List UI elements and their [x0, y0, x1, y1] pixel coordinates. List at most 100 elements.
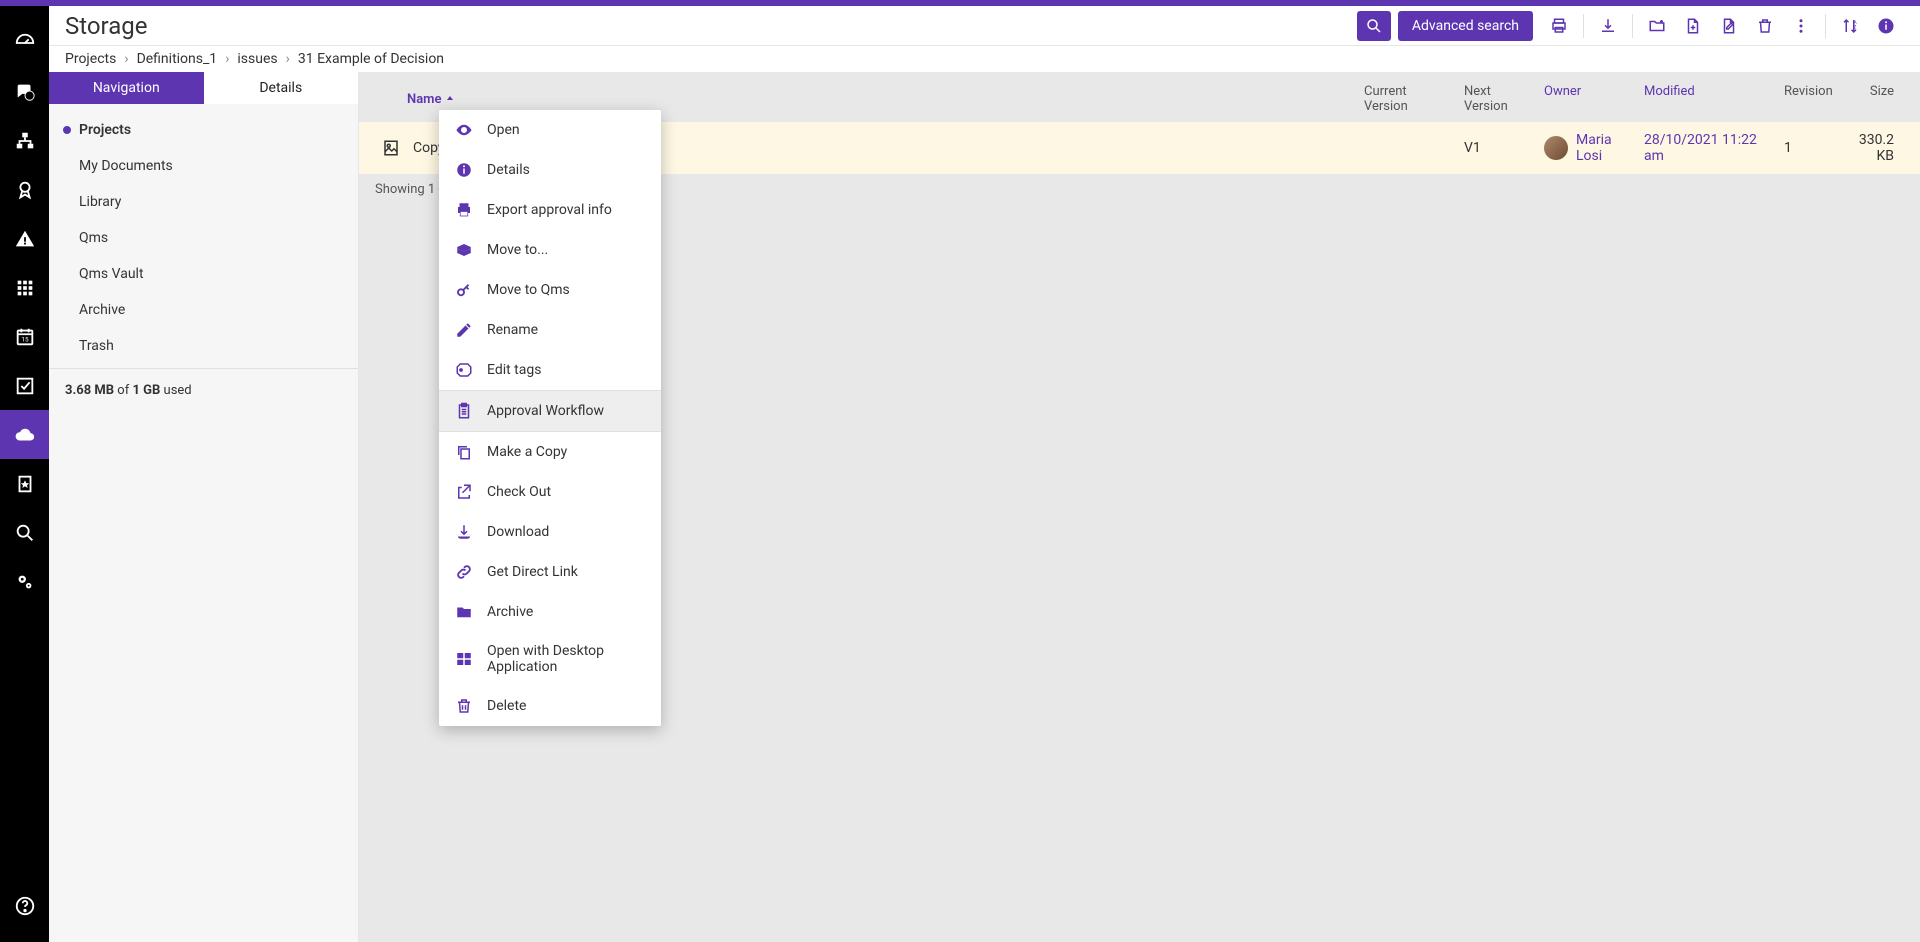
- breadcrumb: Projects › Definitions_1 › issues › 31 E…: [49, 46, 1920, 72]
- col-current-version[interactable]: Current Version: [1354, 84, 1454, 114]
- col-modified[interactable]: Modified: [1634, 84, 1774, 114]
- sort-button[interactable]: AZ: [1833, 11, 1867, 41]
- link-icon: [455, 563, 473, 581]
- sidebar-tabs: Navigation Details: [49, 72, 358, 104]
- search-icon: [1365, 17, 1383, 35]
- more-button[interactable]: [1784, 11, 1818, 41]
- ctx-check-out[interactable]: Check Out: [439, 472, 661, 512]
- nav-qms[interactable]: Qms: [49, 220, 358, 256]
- rail-check[interactable]: [0, 361, 49, 410]
- folder-plus-icon: [1648, 17, 1666, 35]
- file-area: Name Current Version Next Version Owner …: [359, 72, 1920, 942]
- rail-network[interactable]: [0, 116, 49, 165]
- rail-settings[interactable]: [0, 557, 49, 606]
- edit-file-button[interactable]: [1712, 11, 1746, 41]
- chat-icon: [14, 81, 36, 103]
- col-size[interactable]: Size: [1834, 84, 1904, 114]
- info-icon: [455, 161, 473, 179]
- rail-warning[interactable]: [0, 214, 49, 263]
- download-button[interactable]: [1591, 11, 1625, 41]
- nav-root-projects[interactable]: Projects: [49, 112, 358, 148]
- sidebar: Navigation Details Projects My Documents…: [49, 72, 359, 942]
- ctx-rename[interactable]: Rename: [439, 310, 661, 350]
- ctx-get-link[interactable]: Get Direct Link: [439, 552, 661, 592]
- nav-archive[interactable]: Archive: [49, 292, 358, 328]
- badge-icon: [14, 179, 36, 201]
- avatar: [1544, 136, 1568, 160]
- sort-asc-icon: [445, 94, 455, 104]
- rail-search[interactable]: [0, 508, 49, 557]
- topbar: Storage Advanced search: [49, 6, 1920, 46]
- new-file-button[interactable]: [1676, 11, 1710, 41]
- accent-strip: [0, 0, 1920, 6]
- ctx-archive[interactable]: Archive: [439, 592, 661, 632]
- file-type-icon: [375, 139, 407, 157]
- print-button[interactable]: [1542, 11, 1576, 41]
- col-next-version[interactable]: Next Version: [1454, 84, 1534, 114]
- ctx-open[interactable]: Open: [439, 110, 661, 150]
- eye-icon: [455, 121, 473, 139]
- nav-library[interactable]: Library: [49, 184, 358, 220]
- rail-help[interactable]: [0, 881, 49, 930]
- search-button[interactable]: [1357, 11, 1391, 41]
- tab-navigation[interactable]: Navigation: [49, 72, 204, 104]
- ctx-edit-tags[interactable]: Edit tags: [439, 350, 661, 390]
- rail-chat[interactable]: [0, 67, 49, 116]
- breadcrumb-item[interactable]: issues: [237, 51, 277, 67]
- ctx-move-to-qms[interactable]: Move to Qms: [439, 270, 661, 310]
- breadcrumb-item[interactable]: Definitions_1: [137, 51, 218, 67]
- print-icon: [455, 201, 473, 219]
- chevron-right-icon: ›: [124, 51, 128, 67]
- nav-qms-vault[interactable]: Qms Vault: [49, 256, 358, 292]
- col-revision[interactable]: Revision: [1774, 84, 1834, 114]
- rail-calendar[interactable]: 15: [0, 312, 49, 361]
- rail-badge[interactable]: [0, 165, 49, 214]
- grid-icon: [14, 277, 36, 299]
- file-revision: 1: [1774, 140, 1834, 156]
- box-icon: [455, 241, 473, 259]
- breadcrumb-item[interactable]: 31 Example of Decision: [298, 51, 444, 67]
- trash-icon: [1756, 17, 1774, 35]
- ctx-download[interactable]: Download: [439, 512, 661, 552]
- trash-icon: [455, 697, 473, 715]
- nav-trash[interactable]: Trash: [49, 328, 358, 364]
- file-plus-icon: [1684, 17, 1702, 35]
- col-owner[interactable]: Owner: [1534, 84, 1634, 114]
- context-menu: Open Details Export approval info Move t…: [439, 110, 661, 726]
- ctx-make-copy[interactable]: Make a Copy: [439, 432, 661, 472]
- cloud-icon: [14, 424, 36, 446]
- ctx-delete[interactable]: Delete: [439, 686, 661, 726]
- ctx-export-approval[interactable]: Export approval info: [439, 190, 661, 230]
- ctx-open-desktop[interactable]: Open with Desktop Application: [439, 632, 661, 686]
- gauge-icon: [14, 32, 36, 54]
- file-edit-icon: [1720, 17, 1738, 35]
- windows-icon: [455, 650, 473, 668]
- nav-my-documents[interactable]: My Documents: [49, 148, 358, 184]
- rail-storage[interactable]: [0, 410, 49, 459]
- download-icon: [455, 523, 473, 541]
- advanced-search-button[interactable]: Advanced search: [1398, 11, 1533, 41]
- key-icon: [455, 281, 473, 299]
- tab-details[interactable]: Details: [204, 72, 359, 104]
- file-modified: 28/10/2021 11:22 am: [1634, 132, 1774, 164]
- left-rail: 15: [0, 6, 49, 942]
- ctx-approval-workflow[interactable]: Approval Workflow: [439, 391, 661, 431]
- delete-button[interactable]: [1748, 11, 1782, 41]
- ctx-details[interactable]: Details: [439, 150, 661, 190]
- chevron-right-icon: ›: [286, 51, 290, 67]
- chevron-right-icon: ›: [225, 51, 229, 67]
- rail-dashboard[interactable]: [0, 18, 49, 67]
- calendar-icon: 15: [14, 326, 36, 348]
- breadcrumb-item[interactable]: Projects: [65, 51, 116, 67]
- new-folder-button[interactable]: [1640, 11, 1674, 41]
- page-title: Storage: [65, 12, 147, 40]
- info-button[interactable]: [1869, 11, 1903, 41]
- network-icon: [14, 130, 36, 152]
- share-icon: [455, 483, 473, 501]
- file-next-version: V1: [1454, 140, 1534, 156]
- file-size: 330.2 KB: [1834, 132, 1904, 164]
- ctx-move-to[interactable]: Move to...: [439, 230, 661, 270]
- copy-icon: [455, 443, 473, 461]
- rail-bookmark[interactable]: [0, 459, 49, 508]
- rail-apps[interactable]: [0, 263, 49, 312]
